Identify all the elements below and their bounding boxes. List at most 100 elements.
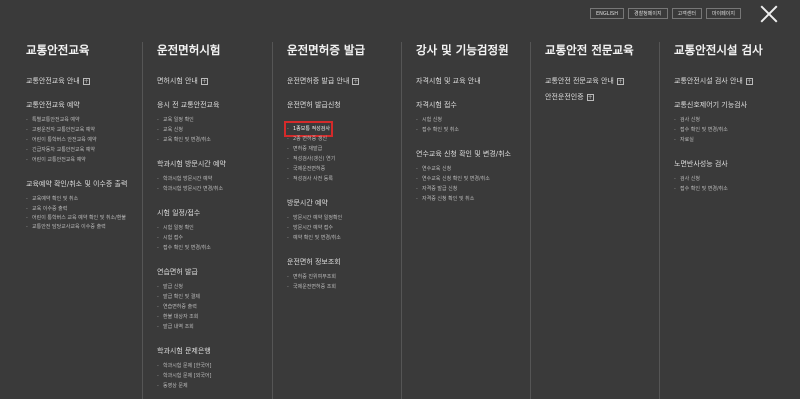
item-list: 학과시험 문제 [한국어]학과시험 문제 [외국어]동영상 문제: [157, 361, 272, 391]
menu-item[interactable]: 교육 신청: [157, 125, 272, 135]
menu-item[interactable]: 접수 확인 및 변경/취소: [674, 125, 789, 135]
item-list: 교육예약 확인 및 취소교육 이수증 출력어린이 통학버스 교육 예약 확인 및…: [26, 194, 142, 232]
menu-item[interactable]: 자료실: [674, 135, 789, 145]
menu-item[interactable]: 어린이 통학버스 안전교육 예약: [26, 135, 142, 145]
section-title[interactable]: 운전면허 발급신청: [287, 100, 402, 110]
item-list: 연수교육 신청연수교육 신청 확인 및 변경/취소자격증 발급 신청자격증 신청…: [416, 164, 531, 204]
item-list: 학과시험 방문시간 예약학과시험 방문시간 변경/취소: [157, 174, 272, 194]
menu-item[interactable]: 특별교통안전교육 예약: [26, 115, 142, 125]
menu-link-label: 면허시험 안내: [157, 77, 198, 85]
menu-item[interactable]: 발급 확인 및 결제: [157, 292, 272, 302]
menu-item[interactable]: 예약 확인 및 변경/취소: [287, 233, 402, 243]
column-title[interactable]: 운전면허시험: [157, 42, 272, 58]
menu-item[interactable]: 교육 확인 및 변경/취소: [157, 135, 272, 145]
item-list: 발급 신청발급 확인 및 결제연습면허증 출력환불 대상자 조회발급 내역 조회: [157, 282, 272, 332]
menu-item[interactable]: 연습면허증 출력: [157, 302, 272, 312]
item-list: 검사 신청접수 확인 및 변경/취소: [674, 174, 789, 194]
plus-icon: +: [586, 93, 594, 101]
menu-item[interactable]: 국제운전면허증 조회: [287, 282, 402, 292]
section-title[interactable]: 연수교육 신청 확인 및 변경/취소: [416, 149, 531, 159]
menu-item[interactable]: 학과시험 방문시간 예약: [157, 174, 272, 184]
item-list: 교육 일정 확인교육 신청교육 확인 및 변경/취소: [157, 115, 272, 145]
section-title[interactable]: 학과시험 문제은행: [157, 346, 272, 356]
menu-item[interactable]: 발급 신청: [157, 282, 272, 292]
menu-link[interactable]: 교통안전시설 검사 안내 +: [674, 76, 789, 86]
section-title[interactable]: 교육예약 확인/취소 및 이수증 출력: [26, 179, 142, 189]
section-title[interactable]: 노면반사성능 검사: [674, 159, 789, 169]
menu-link-label: 교통안전교육 안내: [26, 77, 80, 85]
menu-column: 교통안전교육교통안전교육 안내+ 교통안전교육 예약특별교통안전교육 예약고령운전…: [12, 42, 142, 399]
column-title[interactable]: 교통안전교육: [26, 42, 142, 58]
menu-item[interactable]: 방문시간 예약 접수: [287, 223, 402, 233]
menu-item[interactable]: 접수 확인 및 취소: [416, 125, 531, 135]
menu-item[interactable]: 교육 일정 확인: [157, 115, 272, 125]
column-title[interactable]: 교통안전 전문교육: [545, 42, 660, 58]
section-title[interactable]: 교통안전교육 예약: [26, 100, 142, 110]
plus-icon: +: [200, 77, 208, 85]
police-page-button[interactable]: 경찰청페이지: [627, 8, 668, 19]
menu-item[interactable]: 어린이 교통안전교육 예약: [26, 155, 142, 165]
menu-item[interactable]: 검사 신청: [674, 115, 789, 125]
section-title[interactable]: 방문시간 예약: [287, 198, 402, 208]
top-utility-bar: ENGLISH 경찰청페이지 고객센터 마이페이지: [590, 8, 741, 19]
column-title[interactable]: 강사 및 기능검정원: [416, 42, 531, 58]
menu-item[interactable]: 교통안전 담당교사교육 이수증 출력: [26, 222, 142, 232]
menu-item[interactable]: 방문시간 예약 일정확인: [287, 213, 402, 223]
menu-item[interactable]: 1종보통 적성검사: [284, 121, 333, 137]
my-page-button[interactable]: 마이페이지: [705, 8, 741, 19]
item-list: 특별교통안전교육 예약고령운전자 교통안전교육 예약어린이 통학버스 안전교육 …: [26, 115, 142, 165]
menu-item[interactable]: 자격증 신청 확인 및 취소: [416, 194, 531, 204]
menu-item[interactable]: 자격증 발급 신청: [416, 184, 531, 194]
section-title[interactable]: 연습면허 발급: [157, 267, 272, 277]
customer-center-button[interactable]: 고객센터: [671, 8, 702, 19]
section-title[interactable]: 교통신호제어기 기능검사: [674, 100, 789, 110]
menu-item[interactable]: 적성검사 사전 등록: [287, 174, 402, 184]
section-title[interactable]: 응시 전 교통안전교육: [157, 100, 272, 110]
plus-icon: +: [616, 77, 624, 85]
item-list: 면허증 진위여부조회국제운전면허증 조회: [287, 272, 402, 292]
menu-item[interactable]: 검사 신청: [674, 174, 789, 184]
english-button[interactable]: ENGLISH: [590, 8, 624, 19]
close-icon[interactable]: [760, 5, 778, 23]
menu-item[interactable]: 동영상 문제: [157, 381, 272, 391]
menu-item[interactable]: 긴급자동차 교통안전교육 예약: [26, 145, 142, 155]
menu-item[interactable]: 적성검사(갱신) 연기: [287, 154, 402, 164]
menu-item[interactable]: 학과시험 문제 [한국어]: [157, 361, 272, 371]
plus-icon: +: [82, 77, 90, 85]
menu-column: 교통안전 전문교육교통안전 전문교육 안내 + 안전운전인증 +: [530, 42, 660, 399]
menu-item[interactable]: 시험 신청: [416, 115, 531, 125]
menu-item[interactable]: 면허증 재발급: [287, 144, 402, 154]
menu-item[interactable]: 접수 확인 및 변경/취소: [674, 184, 789, 194]
menu-link[interactable]: 운전면허증 발급 안내 +: [287, 76, 402, 86]
menu-item[interactable]: 고령운전자 교통안전교육 예약: [26, 125, 142, 135]
section-title[interactable]: 시험 일정/접수: [157, 208, 272, 218]
menu-link[interactable]: 교통안전 전문교육 안내 +: [545, 76, 660, 86]
menu-item[interactable]: 접수 확인 및 변경/취소: [157, 243, 272, 253]
section-title[interactable]: 자격시험 접수: [416, 100, 531, 110]
section-title[interactable]: 자격시험 및 교육 안내: [416, 76, 531, 86]
menu-item[interactable]: 환불 대상자 조회: [157, 312, 272, 322]
menu-link-label: 교통안전시설 검사 안내: [674, 77, 743, 85]
menu-item[interactable]: 연수교육 신청 확인 및 변경/취소: [416, 174, 531, 184]
menu-item[interactable]: 2종 면허증 갱신: [287, 134, 402, 144]
menu-item[interactable]: 학과시험 방문시간 변경/취소: [157, 184, 272, 194]
section-title[interactable]: 운전면허 정보조회: [287, 257, 402, 267]
menu-item[interactable]: 학과시험 문제 [외국어]: [157, 371, 272, 381]
menu-link[interactable]: 안전운전인증 +: [545, 92, 660, 102]
column-title[interactable]: 운전면허증 발급: [287, 42, 402, 58]
menu-item[interactable]: 면허증 진위여부조회: [287, 272, 402, 282]
menu-item[interactable]: 발급 내역 조회: [157, 322, 272, 332]
item-list: 시험 일정 확인시험 접수접수 확인 및 변경/취소: [157, 223, 272, 253]
menu-item[interactable]: 연수교육 신청: [416, 164, 531, 174]
menu-link[interactable]: 면허시험 안내 +: [157, 76, 272, 86]
menu-item[interactable]: 국제운전면허증: [287, 164, 402, 174]
item-list: 시험 신청접수 확인 및 취소: [416, 115, 531, 135]
column-title[interactable]: 교통안전시설 검사: [674, 42, 789, 58]
menu-link[interactable]: 교통안전교육 안내 +: [26, 76, 142, 86]
menu-item[interactable]: 어린이 통학버스 교육 예약 확인 및 취소/환불: [26, 214, 142, 222]
menu-item[interactable]: 교육예약 확인 및 취소: [26, 194, 142, 204]
menu-item[interactable]: 교육 이수증 출력: [26, 204, 142, 214]
section-title[interactable]: 학과시험 방문시간 예약: [157, 159, 272, 169]
menu-item[interactable]: 시험 일정 확인: [157, 223, 272, 233]
menu-item[interactable]: 시험 접수: [157, 233, 272, 243]
